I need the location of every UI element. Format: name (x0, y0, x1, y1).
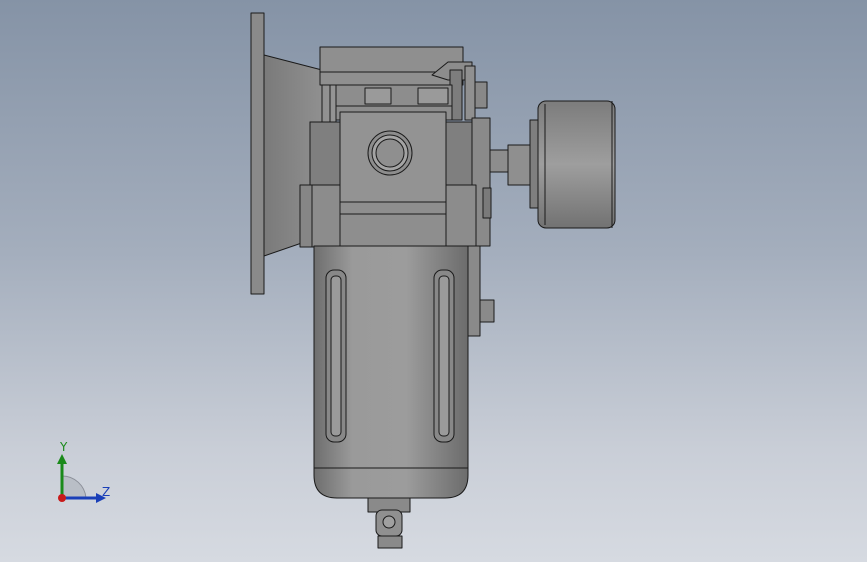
z-axis-label: Z (102, 485, 111, 499)
orientation-triad: Y Z (40, 440, 130, 510)
gauge-stem (489, 149, 511, 173)
bracket-plate (250, 12, 265, 295)
pressure-gauge (537, 100, 616, 229)
axes-icon (57, 454, 106, 503)
3d-viewport[interactable]: Y Z (0, 0, 867, 562)
top-cap (319, 46, 464, 86)
cad-model[interactable] (0, 0, 867, 562)
y-axis-label: Y (60, 440, 68, 454)
